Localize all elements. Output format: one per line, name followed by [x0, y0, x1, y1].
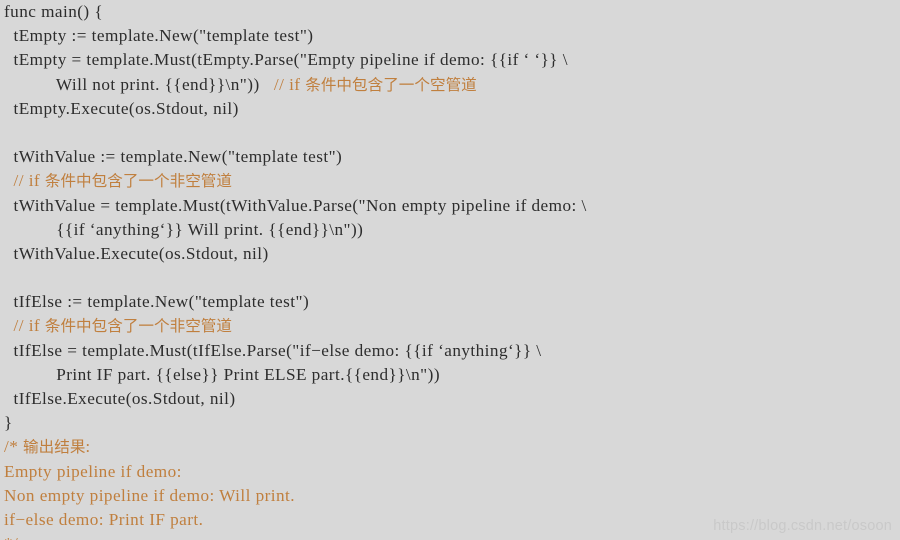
text-run: tWithValue = template.Must(tWithValue.Pa…: [4, 195, 587, 215]
code-line: tIfElse = template.Must(tIfElse.Parse("i…: [4, 339, 587, 363]
code-line: tWithValue = template.Must(tWithValue.Pa…: [4, 194, 587, 218]
code-line: tEmpty = template.Must(tEmpty.Parse("Emp…: [4, 48, 587, 72]
text-run: // if: [4, 316, 45, 336]
text-run: Will not print. {{end}}\n")): [4, 74, 274, 94]
text-run: tEmpty = template.Must(tEmpty.Parse("Emp…: [4, 50, 568, 70]
code-line: Non empty pipeline if demo: Will print.: [4, 484, 587, 508]
code-line: /* 输出结果:: [4, 435, 587, 459]
code-line: tEmpty.Execute(os.Stdout, nil): [4, 97, 587, 121]
cjk-text-run: 条件中包含了一个非空管道: [44, 172, 232, 191]
code-line: tIfElse.Execute(os.Stdout, nil): [4, 387, 587, 411]
text-run: tWithValue.Execute(os.Stdout, nil): [4, 243, 269, 263]
watermark-text: https://blog.csdn.net/osoon: [713, 518, 892, 534]
text-run: tIfElse.Execute(os.Stdout, nil): [4, 389, 236, 408]
cjk-text-run: 条件中包含了一个空管道: [305, 75, 477, 94]
code-line: tWithValue := template.New("template tes…: [4, 145, 587, 169]
text-run: tWithValue := template.New("template tes…: [4, 147, 343, 167]
text-run: */: [4, 534, 18, 540]
code-line: }: [4, 411, 587, 435]
code-line: func main() {: [4, 0, 587, 24]
text-run: Print IF part. {{else}} Print ELSE part.…: [4, 364, 440, 384]
text-run: Non empty pipeline if demo: Will print.: [4, 485, 296, 505]
code-line: tEmpty := template.New("template test"): [4, 24, 587, 48]
text-run: if−else demo: Print IF part.: [4, 509, 204, 529]
code-line: Will not print. {{end}}\n")) // if 条件中包含…: [4, 73, 587, 97]
code-line: // if 条件中包含了一个非空管道: [4, 314, 587, 338]
code-line: // if 条件中包含了一个非空管道: [4, 169, 587, 193]
code-line: tWithValue.Execute(os.Stdout, nil): [4, 242, 587, 266]
code-listing-image: func main() { tEmpty := template.New("te…: [0, 0, 900, 540]
code-line: if−else demo: Print IF part.: [4, 508, 587, 532]
cjk-text-run: 条件中包含了一个非空管道: [44, 317, 232, 336]
text-run: tIfElse := template.New("template test"): [4, 292, 310, 312]
text-run: tIfElse = template.Must(tIfElse.Parse("i…: [4, 340, 542, 360]
text-run: /*: [4, 437, 24, 457]
code-line: tIfElse := template.New("template test"): [4, 290, 587, 314]
text-run: }: [4, 413, 13, 433]
text-run: func main() {: [4, 2, 104, 21]
code-line: */: [4, 532, 587, 540]
text-run: // if: [4, 171, 45, 191]
cjk-text-run: 输出结果: [23, 438, 86, 457]
text-run: tEmpty.Execute(os.Stdout, nil): [4, 98, 239, 118]
text-run: // if: [273, 74, 306, 94]
code-lines-container: func main() { tEmpty := template.New("te…: [4, 0, 587, 540]
code-line: Empty pipeline if demo:: [4, 460, 587, 484]
text-run: {{if ‘anything‘}} Will print. {{end}}\n"…: [4, 219, 364, 239]
code-line: {{if ‘anything‘}} Will print. {{end}}\n"…: [4, 218, 587, 242]
text-run: tEmpty := template.New("template test"): [4, 26, 314, 46]
text-run: Empty pipeline if demo:: [4, 461, 182, 481]
code-line: Print IF part. {{else}} Print ELSE part.…: [4, 363, 587, 387]
text-run: :: [85, 437, 91, 457]
